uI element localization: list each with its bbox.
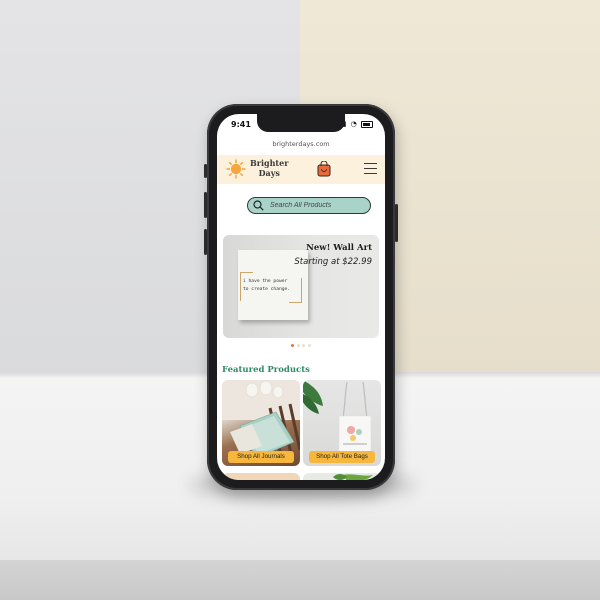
notch xyxy=(257,114,345,132)
banner-title: New! Wall Art xyxy=(306,243,372,253)
phone-device: 9:41 ▮▮▮ ◔ brighterdays.com Brighter xyxy=(204,104,398,490)
search-bar[interactable] xyxy=(247,197,371,214)
brand-name[interactable]: Brighter Days xyxy=(250,158,288,178)
power-button xyxy=(395,204,398,242)
carousel-dot-2[interactable] xyxy=(296,344,300,347)
search-input[interactable] xyxy=(270,198,366,212)
product-card-journals[interactable]: Shop All Journals xyxy=(222,380,300,466)
carousel-dot-3[interactable] xyxy=(302,344,306,347)
carousel-indicators xyxy=(217,344,385,347)
silent-switch xyxy=(204,229,207,255)
art-frame-right xyxy=(289,278,302,303)
table-front xyxy=(0,560,600,600)
battery-icon xyxy=(361,120,373,128)
product-card-tote-bags[interactable]: Shop All Tote Bags xyxy=(303,380,381,466)
shopping-bag-icon[interactable] xyxy=(317,161,331,177)
art-text-line-2: to create change. xyxy=(243,287,291,292)
carousel-dot-4[interactable] xyxy=(307,344,311,347)
volume-up-button xyxy=(204,164,207,178)
site-header: Brighter Days xyxy=(217,155,385,184)
address-bar-url[interactable]: brighterdays.com xyxy=(217,140,385,148)
product-card-partial-right[interactable] xyxy=(303,473,381,480)
shop-all-journals-button[interactable]: Shop All Journals xyxy=(228,451,294,463)
brand-line-2: Days xyxy=(258,167,280,178)
hero-banner[interactable]: i have the power to create change. New! … xyxy=(223,235,379,338)
wifi-icon: ◔ xyxy=(350,120,358,128)
featured-products-heading: Featured Products xyxy=(222,365,310,375)
hamburger-menu-icon[interactable] xyxy=(364,163,377,174)
phone-screen: 9:41 ▮▮▮ ◔ brighterdays.com Brighter xyxy=(217,114,385,480)
search-icon xyxy=(253,200,264,211)
sun-logo-icon[interactable] xyxy=(226,159,246,179)
status-time: 9:41 xyxy=(231,120,251,129)
carousel-dot-1[interactable] xyxy=(291,344,295,347)
volume-down-button xyxy=(204,192,207,218)
plant-image xyxy=(333,474,373,480)
product-card-partial-left[interactable] xyxy=(222,473,300,480)
shop-all-tote-bags-button[interactable]: Shop All Tote Bags xyxy=(309,451,375,463)
banner-subtitle: Starting at $22.99 xyxy=(294,257,372,267)
art-text-line-1: i have the power xyxy=(243,279,288,284)
